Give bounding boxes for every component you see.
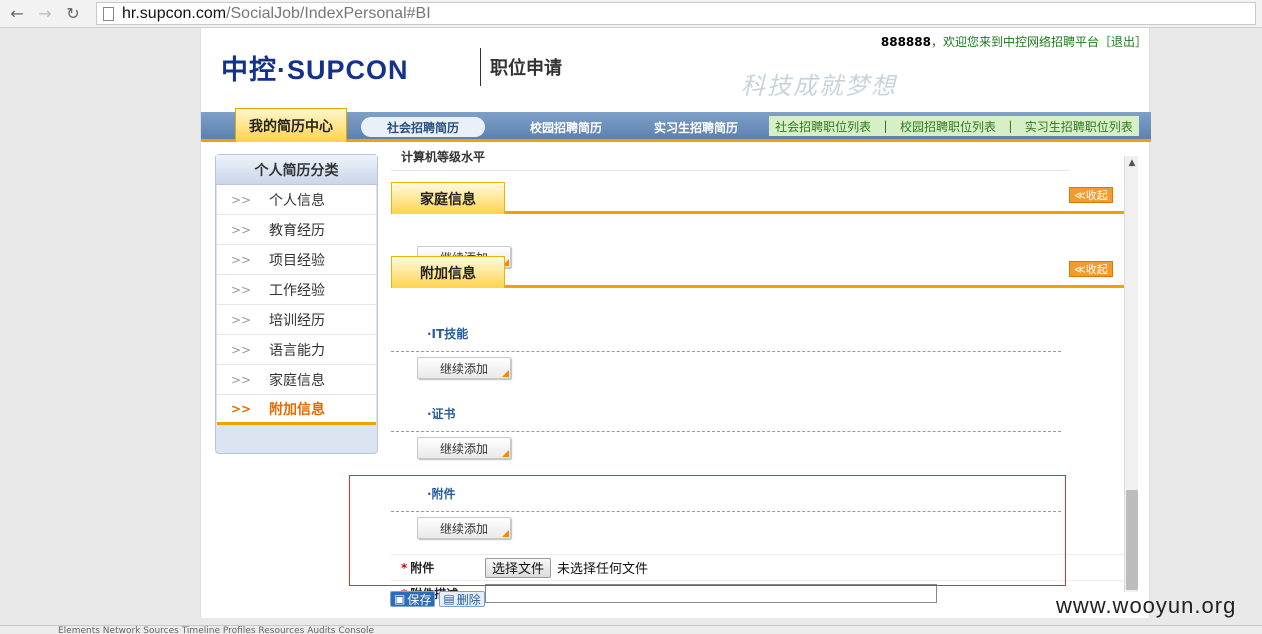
section-title: 家庭信息 xyxy=(391,182,505,214)
collapse-button[interactable]: ≪收起 xyxy=(1069,187,1113,203)
sidebar-item-family[interactable]: >> 家庭信息 xyxy=(217,365,376,395)
save-button[interactable]: ▣ 保存 xyxy=(390,591,436,607)
welcome-text: 888888，欢迎您来到中控网络招聘平台［退出］ xyxy=(881,33,1147,50)
sidebar-item-label: 培训经历 xyxy=(269,312,325,329)
chevron-right-icon: >> xyxy=(231,282,252,297)
chevron-right-icon: >> xyxy=(231,222,252,237)
dashed-divider xyxy=(391,351,1061,352)
extra-section-header: 附加信息 ≪收起 xyxy=(391,256,1125,288)
certificate-title: ·证书 xyxy=(427,407,456,421)
tab-social-resume[interactable]: 社会招聘简历 xyxy=(361,117,485,137)
link-intern-jobs[interactable]: 实习生招聘职位列表 xyxy=(1025,118,1133,135)
sidebar-title: 个人简历分类 xyxy=(216,155,377,185)
highlight-box xyxy=(349,475,1066,586)
divider xyxy=(391,170,1069,171)
chevron-right-icon: >> xyxy=(231,401,252,416)
attachment-desc-input[interactable] xyxy=(485,584,937,603)
scroll-up-icon[interactable]: ▲ xyxy=(1125,156,1139,170)
tab-campus-resume[interactable]: 校园招聘简历 xyxy=(511,117,621,137)
sidebar-item-label: 教育经历 xyxy=(269,222,325,239)
dashed-divider xyxy=(391,431,1061,432)
cut-off-field-label: 计算机等级水平 xyxy=(401,150,486,164)
address-bar[interactable]: hr.supcon.com/SocialJob/IndexPersonal#BI xyxy=(96,2,1256,25)
job-links: 社会招聘职位列表 | 校园招聘职位列表 | 实习生招聘职位列表 xyxy=(769,116,1139,136)
slogan: 科技成就梦想 xyxy=(741,72,897,100)
sidebar-item-language[interactable]: >> 语言能力 xyxy=(217,335,376,365)
form-actions: ▣ 保存 ▤ 删除 xyxy=(390,591,485,607)
welcome-user: 888888 xyxy=(880,35,931,49)
sidebar-item-education[interactable]: >> 教育经历 xyxy=(217,215,376,245)
sidebar-item-label: 工作经验 xyxy=(269,282,325,299)
forward-icon[interactable]: → xyxy=(34,3,56,25)
sidebar-item-label: 个人信息 xyxy=(269,192,325,209)
sidebar-item-work[interactable]: >> 工作经验 xyxy=(217,275,376,305)
add-certificate-button[interactable]: 继续添加 xyxy=(417,437,511,459)
url-path: /SocialJob/IndexPersonal#BI xyxy=(226,4,431,22)
supcon-logo[interactable]: 中控·SUPCON xyxy=(221,48,409,87)
main-nav: 我的简历中心 社会招聘简历 校园招聘简历 实习生招聘简历 社会招聘职位列表 | … xyxy=(201,108,1151,142)
logo-divider xyxy=(480,48,481,86)
chevron-right-icon: >> xyxy=(231,312,252,327)
url-host: hr.supcon.com xyxy=(122,4,227,22)
section-title: 附加信息 xyxy=(391,256,505,288)
welcome-message[interactable]: ，欢迎您来到中控网络招聘平台［退出］ xyxy=(931,35,1147,49)
chevron-right-icon: >> xyxy=(231,342,252,357)
tab-resume-center[interactable]: 我的简历中心 xyxy=(235,108,347,142)
family-section-header: 家庭信息 ≪收起 xyxy=(391,182,1125,214)
link-social-jobs[interactable]: 社会招聘职位列表 xyxy=(775,118,871,135)
add-it-skill-button[interactable]: 继续添加 xyxy=(417,357,511,379)
devtools-bar[interactable]: Elements Network Sources Timeline Profil… xyxy=(0,625,1262,634)
sidebar-item-label: 语言能力 xyxy=(269,342,325,359)
page-icon xyxy=(103,6,114,21)
sidebar-item-extra[interactable]: >> 附加信息 xyxy=(217,395,376,425)
sidebar-item-label: 项目经验 xyxy=(269,252,325,269)
collapse-button[interactable]: ≪收起 xyxy=(1069,261,1113,277)
content-scrollbar[interactable]: ▲ xyxy=(1124,156,1138,592)
trash-icon: ▤ xyxy=(443,592,455,606)
sidebar-item-personal[interactable]: >> 个人信息 xyxy=(217,185,376,215)
chevron-right-icon: >> xyxy=(231,372,252,387)
chevron-right-icon: >> xyxy=(231,192,252,207)
delete-button[interactable]: ▤ 删除 xyxy=(439,591,485,607)
page-title: 职位申请 xyxy=(490,58,562,79)
link-separator: | xyxy=(883,119,888,133)
watermark: www.wooyun.org xyxy=(1056,593,1237,618)
delete-label: 删除 xyxy=(456,592,481,607)
chevron-right-icon: >> xyxy=(231,252,252,267)
sidebar-item-label: 附加信息 xyxy=(269,401,325,418)
sidebar-item-projects[interactable]: >> 项目经验 xyxy=(217,245,376,275)
back-icon[interactable]: ← xyxy=(6,3,28,25)
resume-sidebar: 个人简历分类 >> 个人信息 >> 教育经历 >> 项目经验 >> 工作经验 >> 培训经… xyxy=(215,154,378,454)
link-separator: | xyxy=(1008,119,1013,133)
it-skills-title: ·IT技能 xyxy=(427,327,469,341)
save-label: 保存 xyxy=(407,592,432,607)
scroll-thumb[interactable] xyxy=(1126,490,1138,590)
sidebar-item-training[interactable]: >> 培训经历 xyxy=(217,305,376,335)
link-campus-jobs[interactable]: 校园招聘职位列表 xyxy=(900,118,996,135)
reload-icon[interactable]: ↻ xyxy=(62,3,84,25)
floppy-icon: ▣ xyxy=(394,592,406,606)
tab-intern-resume[interactable]: 实习生招聘简历 xyxy=(641,117,751,137)
sidebar-item-label: 家庭信息 xyxy=(269,372,325,389)
